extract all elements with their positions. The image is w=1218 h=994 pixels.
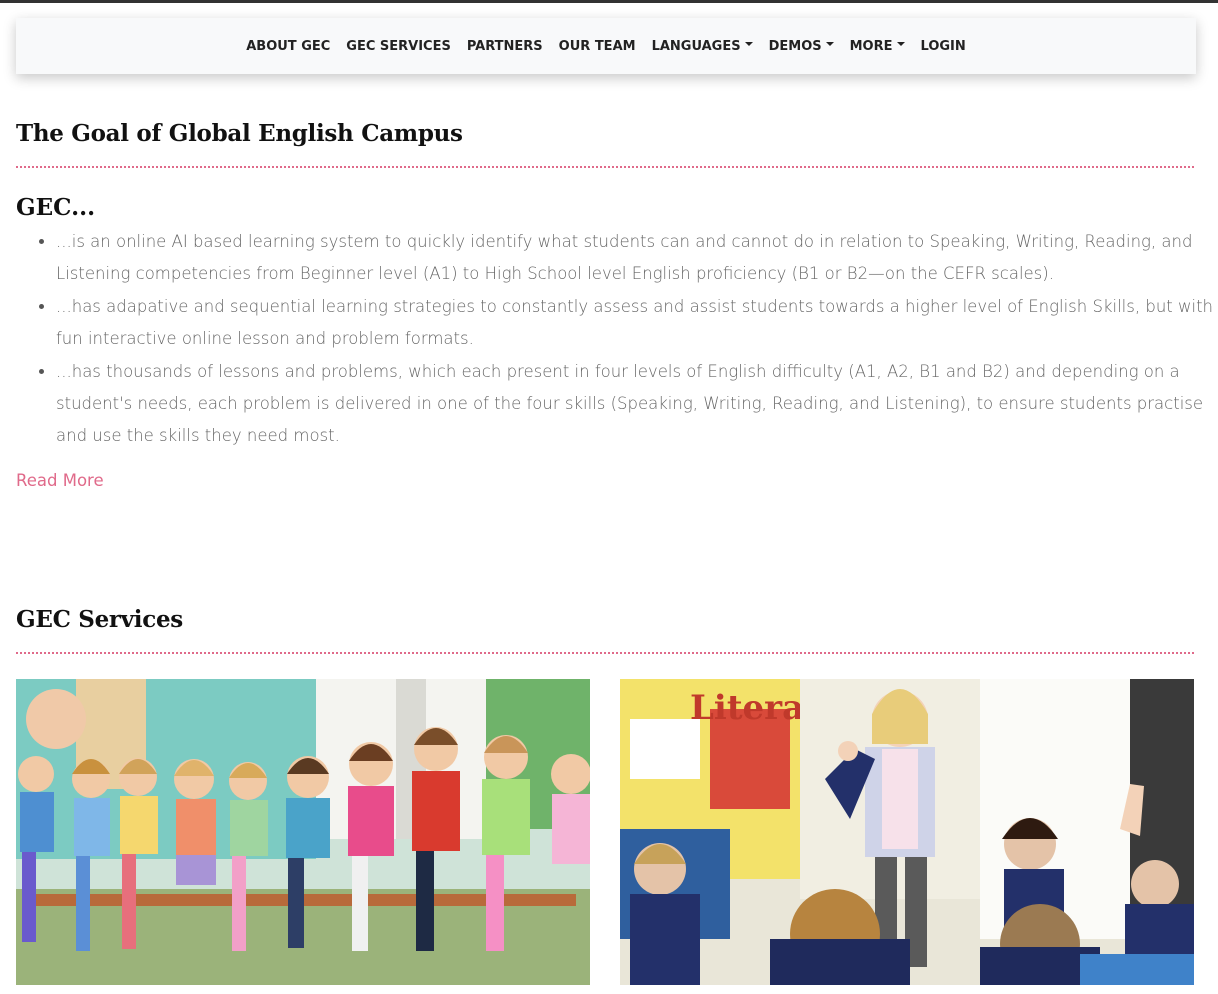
goal-title: The Goal of Global English Campus <box>16 120 463 147</box>
nav-item-label: DEMOS <box>768 38 822 54</box>
list-item: ...has adapative and sequential learning… <box>56 291 1218 355</box>
nav-item-label: LANGUAGES <box>651 38 741 54</box>
nav-item-languages[interactable]: LANGUAGES <box>644 39 761 54</box>
classroom-illustration: Literac <box>620 679 1194 985</box>
caret-down-icon <box>896 42 905 46</box>
services-title: GEC Services <box>16 606 183 633</box>
nav-item-label: LOGIN <box>920 38 966 54</box>
services-divider <box>16 652 1194 654</box>
classroom-teacher-photo[interactable]: Literac <box>620 679 1194 985</box>
caret-down-icon <box>825 42 834 46</box>
nav-item-about-gec[interactable]: ABOUT GEC <box>238 39 338 54</box>
main-navbar: ABOUT GEC GEC SERVICES PARTNERS OUR TEAM LAN… <box>16 18 1196 74</box>
nav-item-demos[interactable]: DEMOS <box>761 39 842 54</box>
list-item: ...has thousands of lessons and problems… <box>56 356 1218 452</box>
gec-subtitle: GEC... <box>16 194 96 221</box>
goal-divider <box>16 166 1194 168</box>
list-item: ...is an online AI based learning system… <box>56 226 1218 290</box>
nav-item-partners[interactable]: PARTNERS <box>459 39 551 54</box>
nav-item-gec-services[interactable]: GEC SERVICES <box>338 39 459 54</box>
nav-item-more[interactable]: MORE <box>842 39 913 54</box>
nav-item-label: PARTNERS <box>466 38 543 54</box>
nav-item-label: MORE <box>849 38 893 54</box>
nav-item-login[interactable]: LOGIN <box>913 39 974 54</box>
nav-item-our-team[interactable]: OUR TEAM <box>551 39 644 54</box>
nav-item-label: GEC SERVICES <box>346 38 451 54</box>
nav-list: ABOUT GEC GEC SERVICES PARTNERS OUR TEAM LAN… <box>238 39 974 54</box>
nav-item-label: ABOUT GEC <box>246 38 331 54</box>
kids-sitting-illustration <box>16 679 590 985</box>
kids-sitting-photo[interactable] <box>16 679 590 985</box>
nav-item-label: OUR TEAM <box>558 38 636 54</box>
caret-down-icon <box>744 42 753 46</box>
read-more-link[interactable]: Read More <box>16 471 104 490</box>
top-border <box>0 0 1218 3</box>
goal-points-list: ...is an online AI based learning system… <box>16 226 1218 453</box>
